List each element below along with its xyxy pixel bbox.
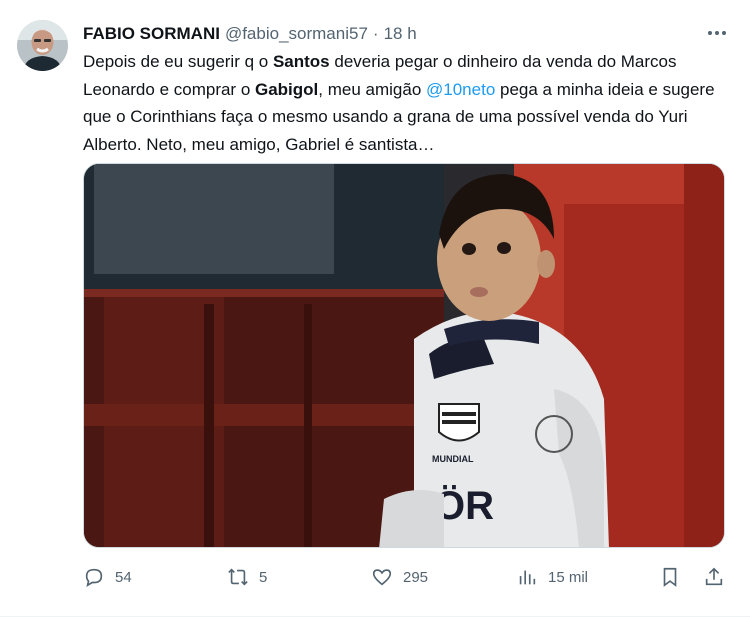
- heart-icon: [372, 569, 392, 586]
- reply-button[interactable]: 54: [83, 566, 132, 588]
- tweet-text: Depois de eu sugerir q o Santos deveria …: [83, 48, 723, 158]
- share-icon: [705, 567, 723, 586]
- author-handle[interactable]: @fabio_sormani57: [225, 22, 368, 46]
- avatar[interactable]: [17, 20, 68, 71]
- text-segment: Depois de eu sugerir q o: [83, 52, 273, 71]
- bookmark-button[interactable]: [659, 566, 681, 588]
- mention-link[interactable]: @10neto: [426, 80, 495, 99]
- views-chart-icon: [519, 570, 536, 585]
- more-options-button[interactable]: [704, 22, 730, 44]
- views-button[interactable]: 15 mil: [516, 566, 588, 588]
- bold-text: Gabigol: [255, 79, 319, 99]
- share-button[interactable]: [703, 566, 725, 588]
- like-count: 295: [403, 568, 429, 586]
- retweet-icon: [228, 568, 248, 586]
- shirt-text-mundial: MUNDIAL: [432, 454, 474, 464]
- reply-count: 54: [115, 568, 132, 586]
- tweet-header: FABIO SORMANI @fabio_sormani57 · 18 h: [83, 22, 730, 46]
- tweet-timestamp[interactable]: 18 h: [384, 22, 417, 46]
- author-name[interactable]: FABIO SORMANI: [83, 22, 220, 46]
- tweet-photo[interactable]: MUNDIAL ÖR: [83, 163, 725, 548]
- reply-icon: [85, 568, 103, 587]
- like-button[interactable]: 295: [371, 566, 428, 588]
- tweet-actions: 54 5 295 15 mil: [83, 563, 728, 591]
- tweet-card[interactable]: FABIO SORMANI @fabio_sormani57 · 18 h De…: [0, 0, 750, 617]
- text-segment: , meu amigão: [318, 79, 427, 99]
- more-horizontal-icon: [708, 31, 726, 35]
- bookmark-icon: [663, 567, 677, 587]
- retweet-count: 5: [259, 568, 268, 586]
- retweet-button[interactable]: 5: [227, 566, 267, 588]
- separator-dot: ·: [372, 24, 379, 43]
- bold-text: Santos: [272, 52, 330, 71]
- views-count: 15 mil: [548, 568, 589, 586]
